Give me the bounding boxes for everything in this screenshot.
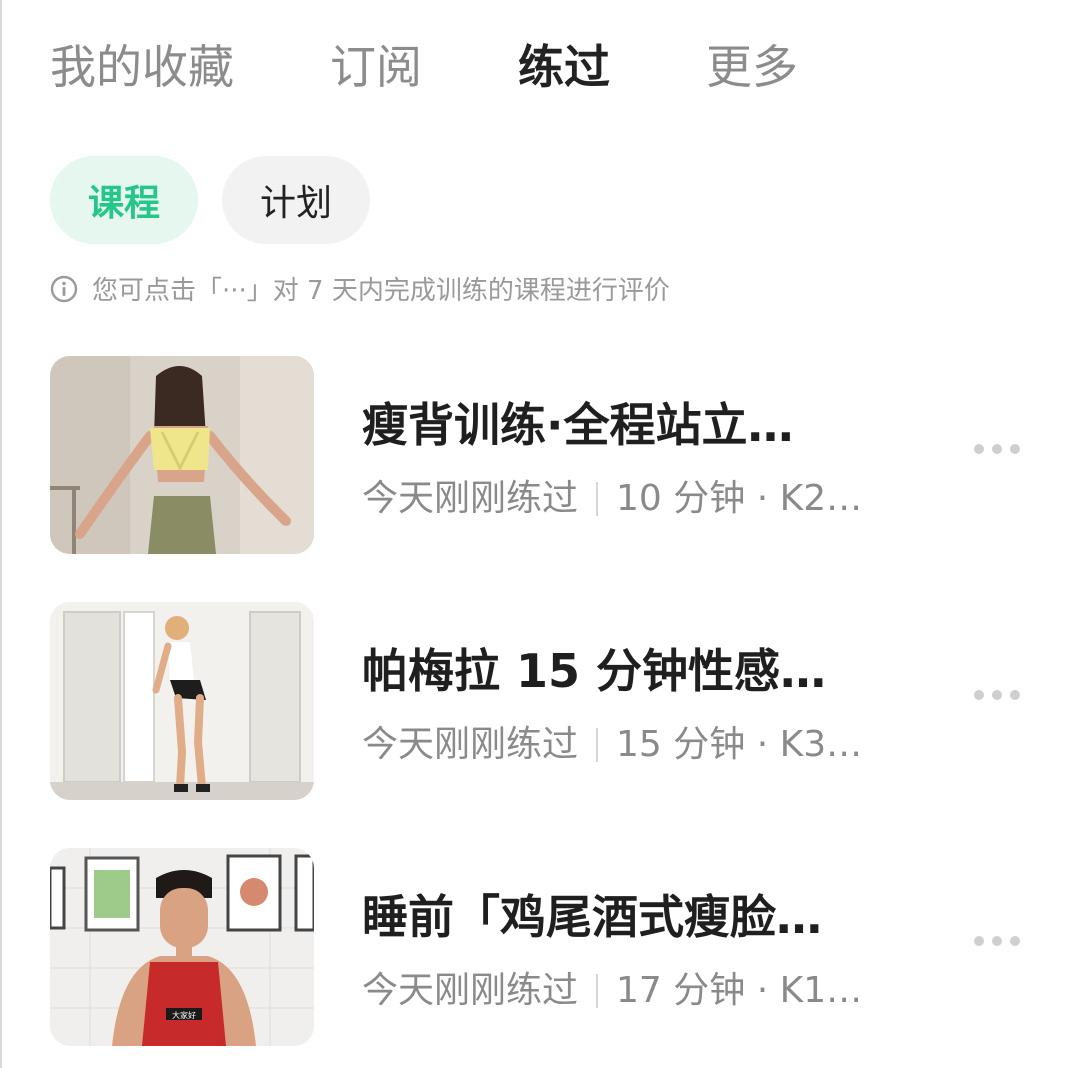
practice-status: 今天刚刚练过 — [362, 724, 579, 765]
tab-practiced[interactable]: 练过 — [518, 36, 610, 98]
tab-more[interactable]: 更多 — [706, 36, 798, 98]
list-item[interactable]: 帕梅拉 15 分钟性感… 今天刚刚练过 15 分钟 · K3… — [50, 602, 1050, 800]
list-item[interactable]: 大家好 睡前「鸡尾酒式瘦脸… 今天刚刚练过 17 分钟 · K1… — [50, 848, 1050, 1046]
course-thumbnail[interactable] — [50, 356, 314, 554]
course-meta: 今天刚刚练过 10 分钟 · K2… — [362, 476, 862, 522]
course-detail: 15 分钟 · K3… — [616, 724, 863, 765]
more-dots-icon — [974, 444, 984, 454]
top-tabs: 我的收藏 订阅 练过 更多 — [50, 36, 894, 98]
rating-hint-text: 您可点击「···」对 7 天内完成训练的课程进行评价 — [92, 276, 670, 306]
meta-divider — [596, 482, 599, 516]
more-options-button[interactable] — [974, 444, 1020, 454]
course-title: 睡前「鸡尾酒式瘦脸… — [362, 890, 822, 944]
filter-courses[interactable]: 课程 — [50, 156, 199, 244]
tab-subscriptions[interactable]: 订阅 — [330, 36, 422, 98]
back-workout-image — [50, 356, 314, 554]
course-meta: 今天刚刚练过 15 分钟 · K3… — [362, 722, 862, 768]
meta-divider — [596, 728, 599, 762]
course-thumbnail[interactable]: 大家好 — [50, 848, 314, 1046]
course-detail: 10 分钟 · K2… — [616, 478, 863, 519]
filter-plans[interactable]: 计划 — [222, 156, 371, 244]
course-detail: 17 分钟 · K1… — [616, 970, 863, 1011]
course-title: 帕梅拉 15 分钟性感… — [362, 644, 827, 698]
dance-workout-image — [50, 602, 314, 800]
course-title: 瘦背训练·全程站立… — [362, 398, 794, 452]
practice-status: 今天刚刚练过 — [362, 970, 579, 1011]
meta-divider — [596, 974, 599, 1008]
tab-favorites[interactable]: 我的收藏 — [50, 36, 234, 98]
face-workout-image: 大家好 — [50, 848, 314, 1046]
rating-hint: 您可点击「···」对 7 天内完成训练的课程进行评价 — [50, 270, 670, 307]
practice-status: 今天刚刚练过 — [362, 478, 579, 519]
course-thumbnail[interactable] — [50, 602, 314, 800]
practiced-page: 我的收藏 订阅 练过 更多 课程 计划 您可点击「···」对 7 天内完成训练的… — [0, 0, 1080, 1068]
course-meta: 今天刚刚练过 17 分钟 · K1… — [362, 968, 862, 1014]
more-dots-icon — [974, 690, 984, 700]
thumb-caption: 大家好 — [172, 1010, 196, 1020]
list-item[interactable]: 瘦背训练·全程站立… 今天刚刚练过 10 分钟 · K2… — [50, 356, 1050, 554]
more-options-button[interactable] — [974, 936, 1020, 946]
info-icon — [50, 275, 78, 302]
more-options-button[interactable] — [974, 690, 1020, 700]
more-dots-icon — [974, 936, 984, 946]
course-list: 瘦背训练·全程站立… 今天刚刚练过 10 分钟 · K2… 帕梅拉 15 分钟性… — [50, 356, 1050, 1068]
filter-pills: 课程 计划 — [50, 156, 394, 244]
